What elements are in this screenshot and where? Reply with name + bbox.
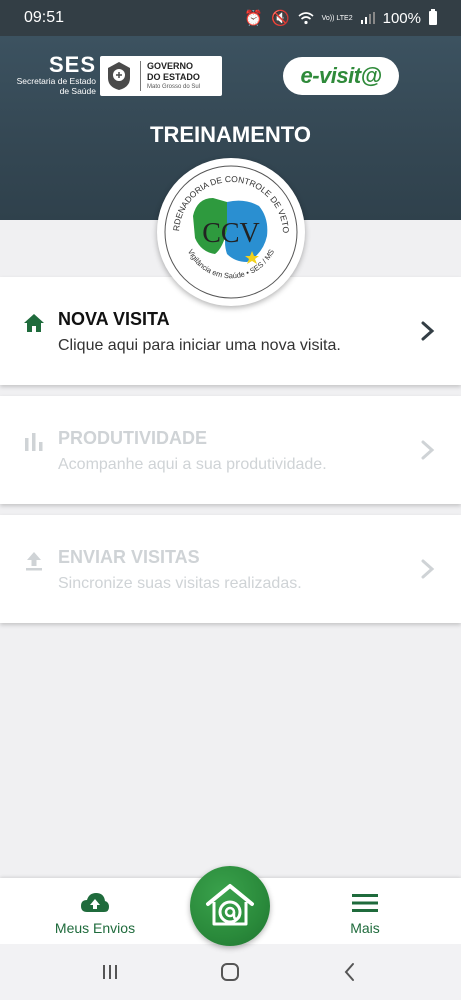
battery-percent: 100% — [382, 9, 421, 27]
status-icons: ⏰ 🔇 Vo)) LTE2 100% — [244, 9, 437, 27]
network-label: Vo)) LTE2 — [321, 14, 353, 22]
chevron-right-icon — [421, 559, 435, 579]
home-button-icon[interactable] — [218, 960, 242, 984]
recent-apps-icon[interactable] — [98, 960, 122, 984]
bar-chart-icon — [25, 433, 43, 451]
back-icon[interactable] — [338, 960, 362, 984]
chevron-right-icon — [421, 440, 435, 460]
card-description: Clique aqui para iniciar uma nova visita… — [58, 337, 341, 354]
card-enviar-visitas[interactable]: ENVIAR VISITAS Sincronize suas visitas r… — [0, 515, 461, 623]
ses-subtitle: Secretaria de Estado de Saúde — [16, 76, 96, 96]
card-produtividade[interactable]: PRODUTIVIDADE Acompanhe aqui a sua produ… — [0, 396, 461, 504]
nav-meus-envios-label: Meus Envios — [54, 920, 136, 936]
nav-mais[interactable]: Mais — [305, 878, 425, 944]
alarm-icon: ⏰ — [244, 10, 263, 27]
page-title: TREINAMENTO — [150, 122, 311, 147]
ccv-center-text: CCV — [202, 218, 260, 249]
battery-icon — [429, 9, 437, 25]
gov-logo: GOVERNO DO ESTADO Mato Grosso do Sul — [100, 56, 222, 96]
evisit-logo: e-visit@ — [283, 57, 399, 95]
card-description: Sincronize suas visitas realizadas. — [58, 575, 302, 592]
cloud-upload-icon — [81, 893, 109, 912]
gov-line1: GOVERNO — [147, 61, 194, 71]
card-description: Acompanhe aqui a sua produtividade. — [58, 456, 327, 473]
upload-icon — [26, 552, 42, 571]
card-title: NOVA VISITA — [58, 309, 170, 329]
home-icon — [24, 314, 44, 332]
nav-mais-label: Mais — [350, 920, 380, 936]
nav-meus-envios[interactable]: Meus Envios — [35, 878, 155, 944]
house-at-icon — [206, 884, 254, 926]
state-crest-icon — [108, 62, 130, 90]
gov-text: GOVERNO DO ESTADO Mato Grosso do Sul — [140, 61, 200, 91]
mute-icon: 🔇 — [270, 10, 290, 27]
menu-icon — [352, 894, 378, 912]
gov-line3: Mato Grosso do Sul — [147, 84, 201, 90]
signal-icon — [360, 12, 375, 24]
gov-line2: DO ESTADO — [147, 72, 200, 82]
status-time: 09:51 — [24, 9, 65, 26]
status-bar: 09:51 ⏰ 🔇 Vo)) LTE2 100% — [0, 0, 461, 36]
system-nav-bar — [0, 944, 461, 1000]
card-title: ENVIAR VISITAS — [58, 547, 200, 567]
new-visit-fab[interactable] — [190, 866, 270, 946]
ccv-logo: COORDENADORIA DE CONTROLE DE VETORES Vig… — [157, 158, 305, 306]
card-title: PRODUTIVIDADE — [58, 428, 208, 448]
ses-logo: SES Secretaria de Estado de Saúde — [14, 52, 96, 97]
chevron-right-icon — [421, 321, 435, 341]
ses-title: SES — [48, 52, 96, 77]
wifi-icon — [298, 12, 314, 25]
